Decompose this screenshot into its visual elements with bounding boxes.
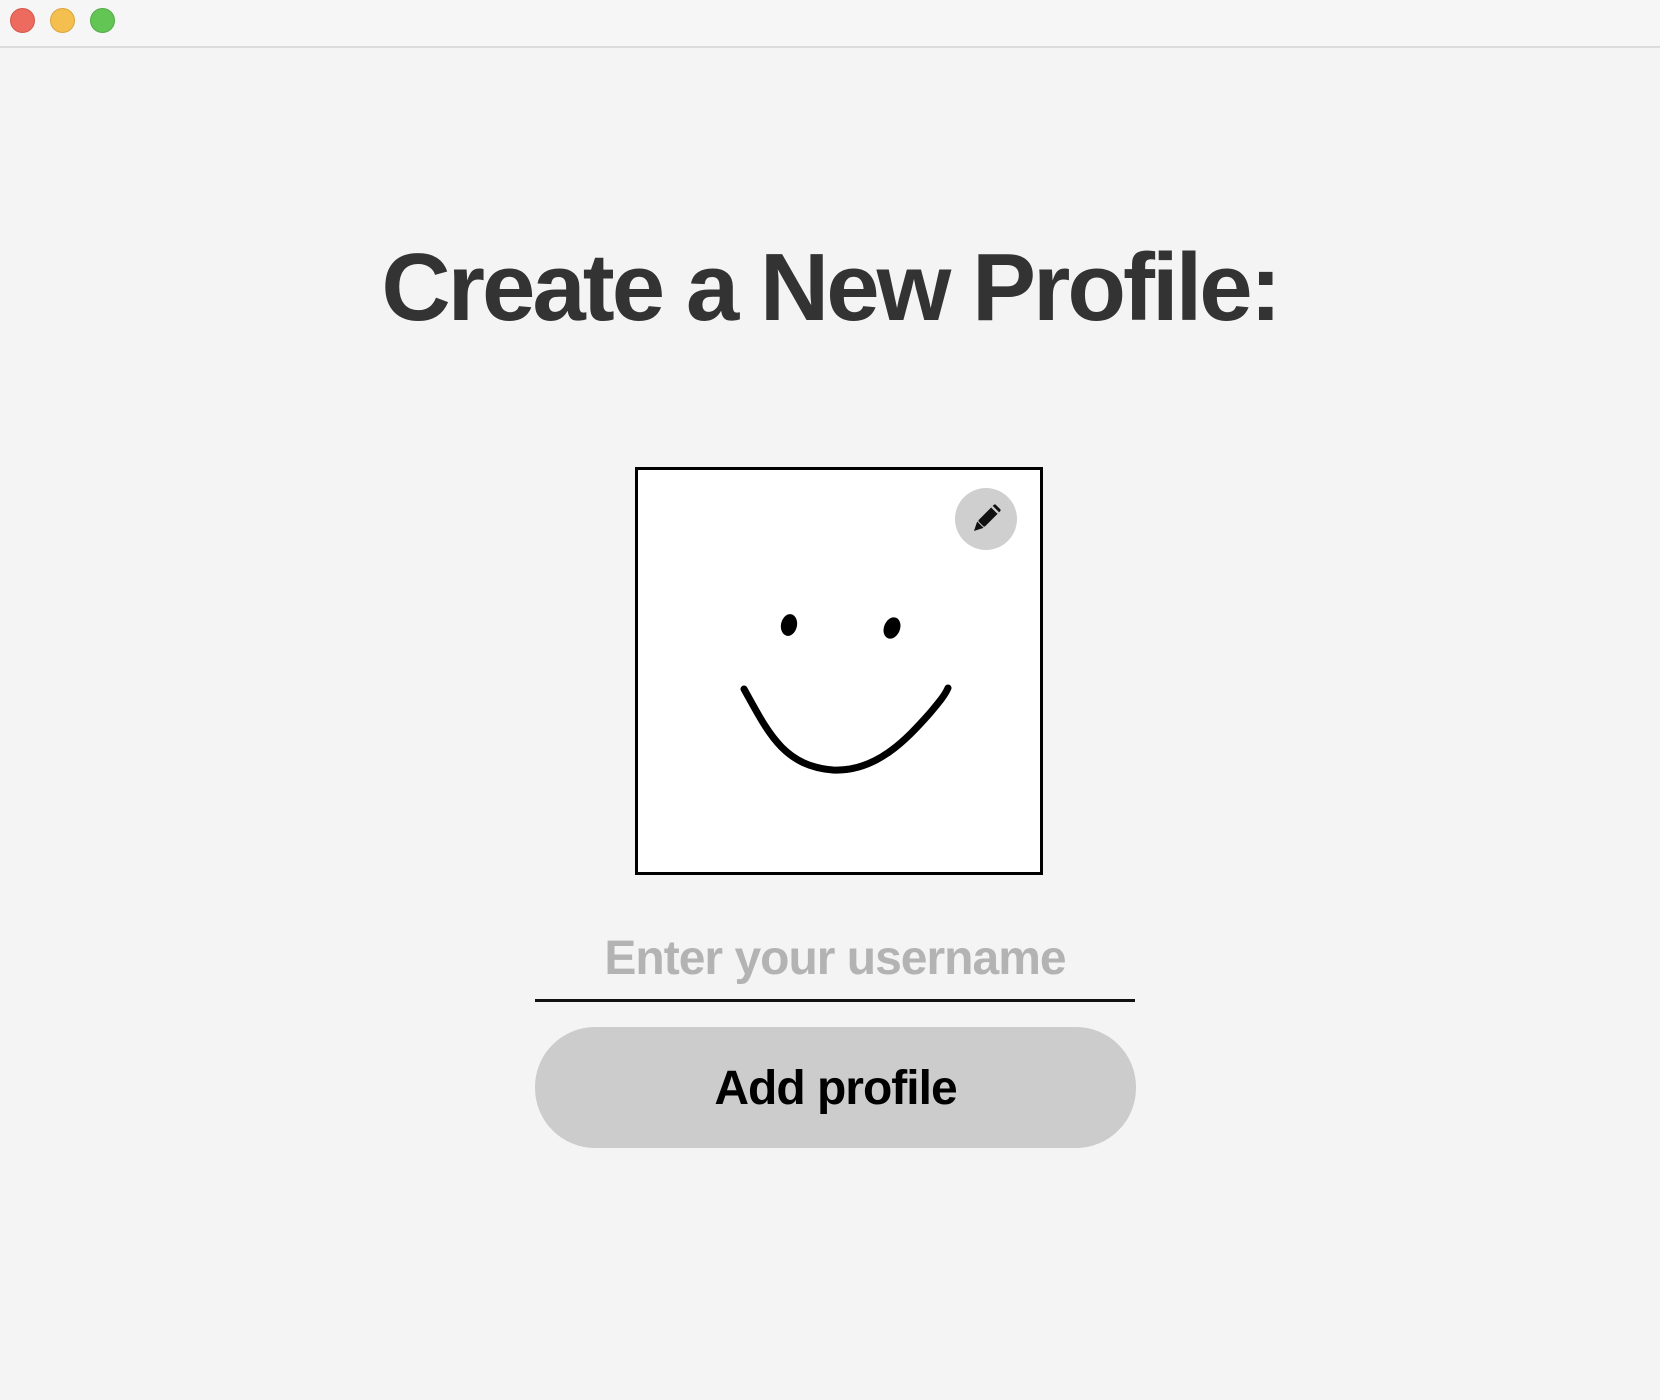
minimize-icon[interactable] bbox=[50, 8, 75, 33]
close-icon[interactable] bbox=[10, 8, 35, 33]
maximize-icon[interactable] bbox=[90, 8, 115, 33]
smiley-mouth bbox=[740, 684, 952, 774]
app-window: Create a New Profile: Add profile bbox=[0, 0, 1660, 1400]
username-input[interactable] bbox=[535, 918, 1135, 998]
pencil-icon bbox=[973, 504, 1001, 532]
title-bar bbox=[0, 0, 1660, 48]
edit-avatar-button[interactable] bbox=[955, 488, 1017, 550]
page-title: Create a New Profile: bbox=[381, 234, 1281, 341]
username-field bbox=[535, 918, 1135, 1002]
smiley-left-eye bbox=[780, 614, 798, 636]
avatar-canvas[interactable] bbox=[635, 467, 1043, 875]
smiley-right-eye bbox=[883, 617, 901, 639]
add-profile-button[interactable]: Add profile bbox=[535, 1027, 1136, 1148]
